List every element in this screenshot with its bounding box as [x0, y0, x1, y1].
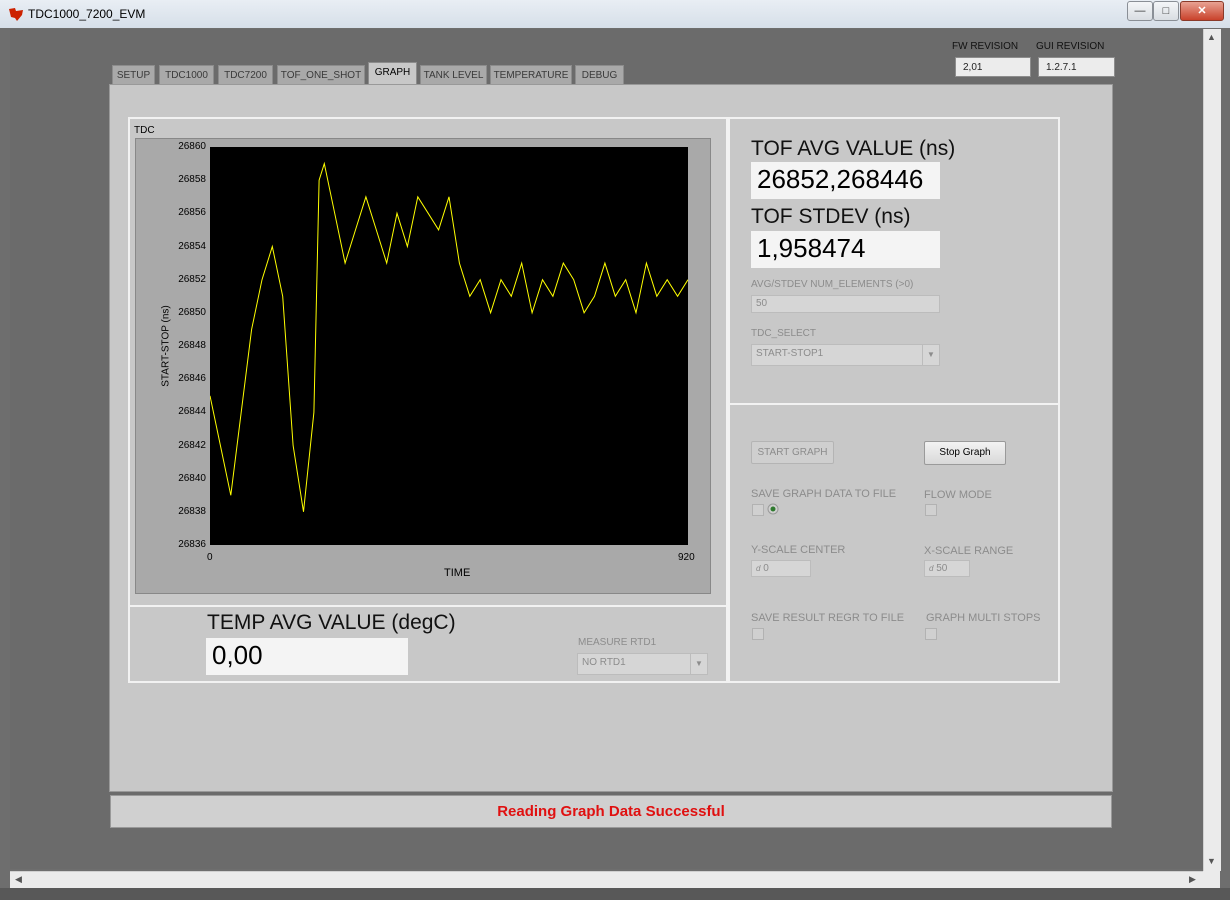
maximize-button[interactable]: □ — [1153, 1, 1179, 21]
scroll-left-arrow-icon[interactable]: ◀ — [10, 871, 27, 888]
vertical-scrollbar[interactable] — [1203, 29, 1221, 871]
save-graph-label: SAVE GRAPH DATA TO FILE — [751, 488, 897, 500]
minimize-button[interactable]: — — [1127, 1, 1153, 21]
y-tick-label: 26852 — [178, 273, 206, 285]
plot-area[interactable] — [209, 147, 689, 545]
y-tick-label: 26842 — [178, 439, 206, 451]
scrollbar-corner — [1203, 871, 1220, 888]
x-scale-range-label: X-SCALE RANGE — [924, 545, 1014, 557]
flow-mode-label: FLOW MODE — [924, 489, 992, 501]
y-scale-center-value: 0 — [763, 563, 769, 574]
led-indicator-icon — [767, 503, 779, 515]
x-scale-range-value: 50 — [936, 563, 948, 574]
measure-rtd1-dropdown[interactable]: NO RTD1 ▼ — [577, 653, 708, 675]
y-tick-label: 26844 — [178, 406, 206, 418]
tof-line-chart — [209, 161, 689, 512]
status-message: Reading Graph Data Successful — [110, 795, 1112, 828]
tdc-select-value: START-STOP1 — [756, 348, 824, 359]
scroll-down-arrow-icon[interactable]: ▼ — [1203, 853, 1220, 870]
tab-graph[interactable]: GRAPH — [368, 62, 417, 85]
tab-setup[interactable]: SETUP — [112, 65, 155, 84]
y-scale-center-field[interactable]: d 0 — [751, 560, 811, 577]
x-axis-label: TIME — [444, 567, 471, 579]
fw-revision-label: FW REVISION — [952, 41, 1019, 52]
num-elements-field[interactable]: 50 — [751, 295, 940, 313]
start-graph-button[interactable]: START GRAPH — [751, 441, 834, 464]
y-tick-label: 26838 — [178, 505, 206, 517]
y-tick-label: 26856 — [178, 207, 206, 219]
tab-tank-level[interactable]: TANK LEVEL — [420, 65, 487, 84]
title-bar[interactable] — [0, 0, 1230, 29]
ti-logo-icon — [9, 8, 23, 21]
numeric-prefix: d — [929, 564, 934, 573]
scroll-right-arrow-icon[interactable]: ▶ — [1184, 871, 1201, 888]
horizontal-scrollbar[interactable] — [10, 871, 1203, 889]
taskbar-strip — [0, 888, 1230, 900]
tdc-select-dropdown[interactable]: START-STOP1 ▼ — [751, 344, 940, 366]
fw-revision-value: 2,01 — [955, 57, 1031, 77]
x-scale-range-field[interactable]: d 50 — [924, 560, 970, 577]
x-tick-max: 920 — [678, 552, 695, 563]
tof-avg-value: 26852,268446 — [751, 162, 940, 199]
y-axis-label: START-STOP (ns) — [160, 305, 172, 387]
chevron-down-icon[interactable]: ▼ — [922, 345, 939, 365]
tab-debug[interactable]: DEBUG — [575, 65, 624, 84]
save-regr-checkbox[interactable] — [752, 628, 764, 640]
y-tick-label: 26836 — [178, 539, 206, 550]
gui-revision-label: GUI REVISION — [1036, 41, 1105, 52]
measure-rtd1-value: NO RTD1 — [582, 657, 626, 668]
tab-temperature[interactable]: TEMPERATURE — [490, 65, 572, 84]
y-scale-center-label: Y-SCALE CENTER — [751, 544, 846, 556]
temp-avg-value: 0,00 — [206, 638, 408, 675]
scroll-up-arrow-icon[interactable]: ▲ — [1203, 29, 1220, 46]
numeric-prefix: d — [756, 564, 761, 573]
stop-graph-button[interactable]: Stop Graph — [924, 441, 1006, 465]
temp-avg-label: TEMP AVG VALUE (degC) — [207, 611, 456, 634]
tof-avg-label: TOF AVG VALUE (ns) — [751, 137, 956, 160]
y-tick-label: 26840 — [178, 472, 206, 484]
tab-tdc7200[interactable]: TDC7200 — [218, 65, 273, 84]
window-title: TDC1000_7200_EVM — [28, 7, 146, 21]
chevron-down-icon[interactable]: ▼ — [690, 654, 707, 674]
close-button[interactable]: ✕ — [1180, 1, 1224, 21]
y-tick-label: 26858 — [178, 174, 206, 186]
num-elements-label: AVG/STDEV NUM_ELEMENTS (>0) — [751, 279, 914, 290]
series-line-0 — [209, 161, 689, 512]
y-tick-label: 26854 — [178, 240, 206, 252]
gui-revision-value: 1.2.7.1 — [1038, 57, 1115, 77]
multi-stops-checkbox[interactable] — [925, 628, 937, 640]
tab-tof-one-shot[interactable]: TOF_ONE_SHOT — [277, 65, 365, 84]
x-tick-min: 0 — [207, 552, 213, 563]
tdc-select-label: TDC_SELECT — [751, 328, 817, 339]
graph-caption: TDC — [134, 125, 155, 136]
tof-stdev-label: TOF STDEV (ns) — [751, 205, 911, 228]
tab-tdc1000[interactable]: TDC1000 — [159, 65, 214, 84]
multi-stops-label: GRAPH MULTI STOPS — [926, 612, 1041, 624]
flow-mode-checkbox[interactable] — [925, 504, 937, 516]
save-graph-checkbox[interactable] — [752, 504, 764, 516]
y-tick-label: 26860 — [178, 141, 206, 152]
save-regr-label: SAVE RESULT REGR TO FILE — [751, 612, 905, 624]
tof-stdev-value: 1,958474 — [751, 231, 940, 268]
measure-rtd1-label: MEASURE RTD1 — [578, 637, 657, 648]
